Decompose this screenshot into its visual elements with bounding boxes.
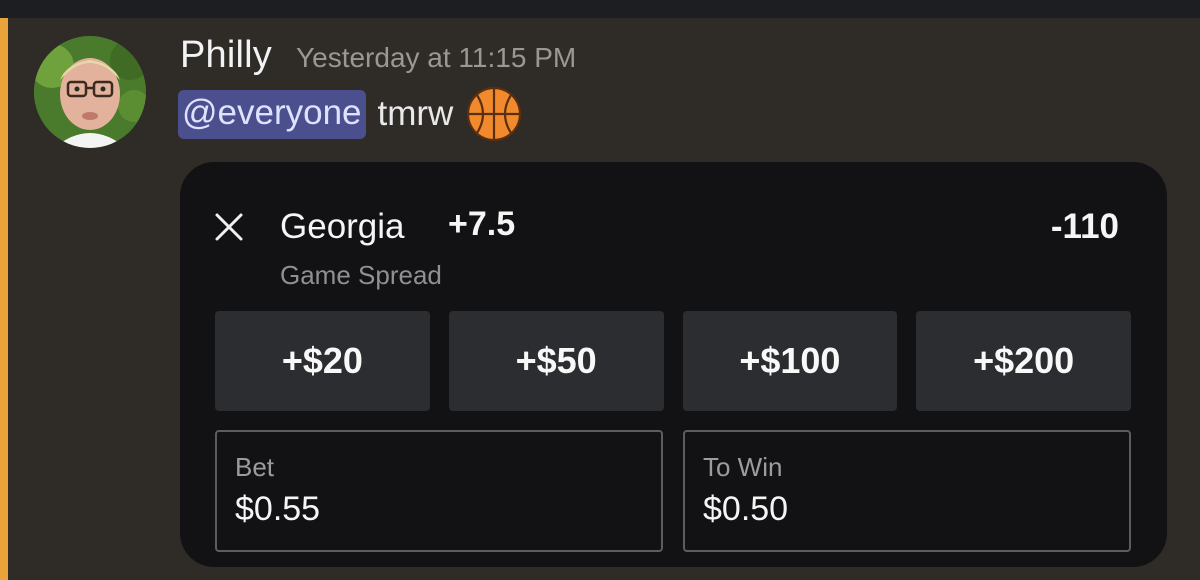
bet-market-type: Game Spread (280, 260, 442, 290)
username[interactable]: Philly (180, 34, 272, 77)
message-header: Philly Yesterday at 11:15 PM (180, 34, 576, 82)
message-content: @everyone tmrw (178, 86, 523, 142)
avatar[interactable] (34, 36, 146, 148)
to-win-field[interactable]: To Win $0.50 (683, 430, 1131, 552)
bet-input-row: Bet $0.55 To Win $0.50 (215, 430, 1131, 552)
quick-amount-buttons: +$20 +$50 +$100 +$200 (215, 311, 1131, 411)
bet-odds: -110 (1050, 207, 1119, 246)
to-win-value[interactable]: $0.50 (703, 490, 788, 529)
message-text: tmrw (377, 94, 454, 133)
add-20-button[interactable]: +$20 (215, 311, 430, 411)
basketball-icon (465, 85, 523, 143)
message-timestamp: Yesterday at 11:15 PM (296, 42, 577, 73)
top-bar (0, 0, 1200, 18)
close-icon[interactable] (214, 212, 244, 242)
bet-slip-card: Georgia +7.5 -110 Game Spread +$20 +$50 … (180, 162, 1167, 567)
mention-highlight-bar (0, 18, 8, 580)
bet-spread: +7.5 (448, 205, 516, 243)
bet-amount-field[interactable]: Bet $0.55 (215, 430, 663, 552)
bet-amount-value[interactable]: $0.55 (235, 490, 320, 529)
add-50-button[interactable]: +$50 (448, 311, 664, 411)
add-100-button[interactable]: +$100 (682, 311, 898, 411)
everyone-mention[interactable]: @everyone (178, 89, 366, 139)
bet-team-name: Georgia (280, 207, 405, 246)
bet-amount-label: Bet (235, 452, 275, 482)
to-win-label: To Win (703, 452, 783, 482)
add-200-button[interactable]: +$200 (916, 311, 1131, 411)
